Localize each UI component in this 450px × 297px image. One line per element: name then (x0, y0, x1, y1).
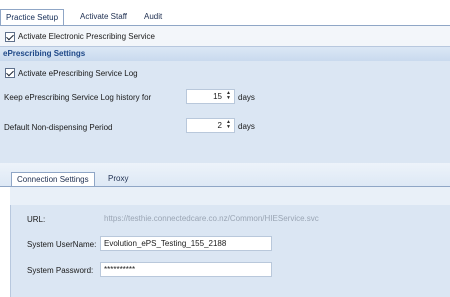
log-history-label: Keep ePrescribing Service Log history fo… (4, 93, 152, 102)
nondispensing-spinner[interactable]: 2 ▲ ▼ (186, 118, 235, 133)
log-history-value: 15 (213, 92, 222, 101)
tab-activate-staff[interactable]: Activate Staff (75, 9, 132, 26)
log-history-unit: days (238, 93, 255, 102)
tab-practice-setup[interactable]: Practice Setup (0, 9, 65, 26)
electronic-prescribing-checkbox[interactable] (5, 32, 15, 42)
password-field[interactable]: ********** (100, 262, 272, 277)
electronic-prescribing-row: Activate Electronic Prescribing Service (0, 26, 450, 47)
service-log-checkbox[interactable] (5, 68, 15, 78)
service-log-label: Activate ePrescribing Service Log (18, 69, 138, 78)
tab-audit[interactable]: Audit (139, 9, 167, 26)
nondispensing-unit: days (238, 122, 255, 131)
username-label: System UserName: (27, 240, 97, 249)
password-label: System Password: (27, 266, 94, 275)
nondispensing-label: Default Non-dispensing Period (4, 123, 113, 132)
tab-proxy[interactable]: Proxy (103, 172, 133, 187)
spinner-arrows-icon[interactable]: ▲ ▼ (225, 120, 232, 131)
url-label: URL: (27, 215, 46, 224)
connection-panel-top-band (10, 187, 450, 205)
connection-tab-strip: Connection Settings Proxy (0, 163, 450, 187)
log-history-spinner[interactable]: 15 ▲ ▼ (186, 89, 235, 104)
nondispensing-value: 2 (217, 121, 222, 130)
tab-connection-settings[interactable]: Connection Settings (11, 172, 95, 187)
spinner-arrows-icon[interactable]: ▲ ▼ (225, 91, 232, 102)
electronic-prescribing-label: Activate Electronic Prescribing Service (18, 32, 155, 41)
eprescribing-settings-header: ePrescribing Settings (0, 47, 450, 61)
url-field: https://testhie.connectedcare.co.nz/Comm… (100, 211, 360, 226)
main-tab-strip: Practice Setup Activate Staff Audit (0, 0, 450, 26)
username-field[interactable]: Evolution_ePS_Testing_155_2188 (100, 236, 272, 251)
